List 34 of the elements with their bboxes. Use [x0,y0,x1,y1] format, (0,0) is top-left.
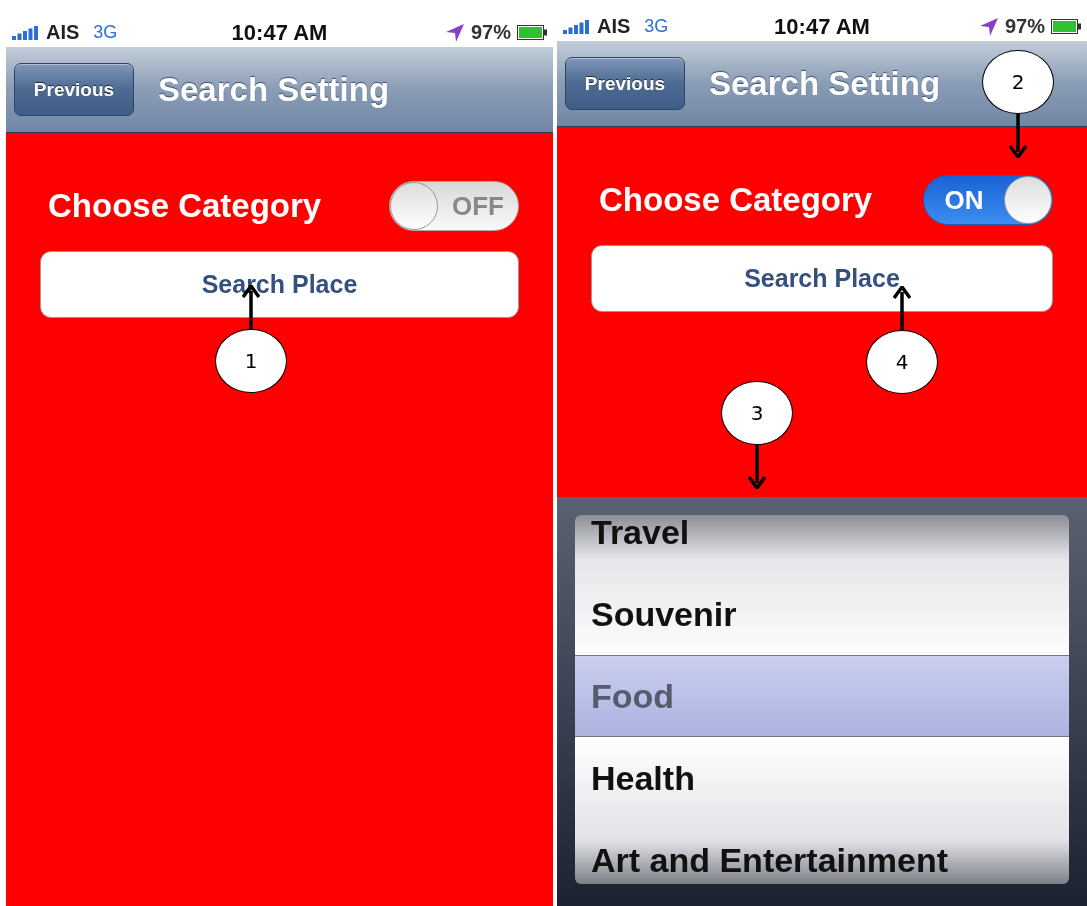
callout-number: 1 [215,329,287,393]
category-label: Choose Category [48,187,322,225]
picker-item[interactable]: Travel [575,515,1069,573]
carrier-name: AIS [46,21,80,44]
location-arrow-icon [444,22,465,43]
down-arrow-icon [1009,114,1027,158]
screen-title: Search Setting [709,64,941,103]
search-place-button[interactable]: Search Place [40,251,519,318]
back-button[interactable]: Previous [14,63,134,116]
callout-number: 3 [721,381,793,445]
status-time: 10:47 AM [231,19,328,46]
network-type: 3G [93,22,118,43]
battery-percent: 97% [1004,15,1045,38]
status-time: 10:47 AM [774,13,870,40]
up-arrow-icon [893,286,911,330]
picker-item[interactable]: Food [575,655,1069,737]
picker-item[interactable]: Souvenir [575,573,1069,655]
picker-item[interactable]: Art and Entertainment [575,819,1069,884]
callout-number: 4 [866,330,938,394]
search-place-button[interactable]: Search Place [591,245,1053,312]
toggle-switch[interactable]: ON [923,175,1053,225]
signal-icon [12,25,40,40]
category-label: Choose Category [599,181,873,219]
down-arrow-icon [748,445,766,489]
picker-item[interactable]: Health [575,737,1069,819]
battery-icon [1051,19,1081,34]
screen-title: Search Setting [158,70,390,109]
network-type: 3G [644,16,669,37]
battery-icon [517,25,547,40]
battery-percent: 97% [470,21,511,44]
back-button[interactable]: Previous [565,57,685,110]
location-arrow-icon [978,16,999,37]
carrier-name: AIS [597,15,631,38]
signal-icon [563,19,591,34]
